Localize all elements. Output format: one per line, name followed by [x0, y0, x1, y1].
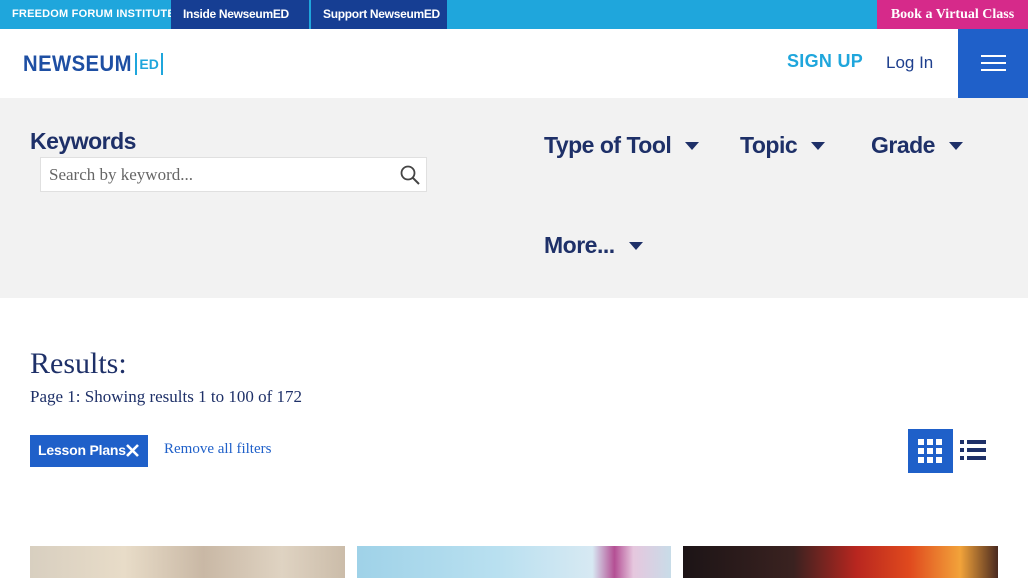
topic-label: Topic — [740, 132, 798, 158]
keyword-search-box — [40, 157, 427, 192]
log-in-link[interactable]: Log In — [886, 53, 933, 73]
active-filter-chip[interactable]: Lesson Plans — [30, 435, 148, 467]
result-card-image[interactable] — [30, 546, 345, 578]
more-label: More... — [544, 232, 615, 258]
logo-ed-mark: ED — [135, 53, 163, 75]
grade-dropdown[interactable]: Grade — [871, 132, 963, 159]
result-card-image[interactable] — [357, 546, 671, 578]
sign-up-link[interactable]: SIGN UP — [787, 51, 863, 72]
results-title: Results: — [30, 347, 127, 380]
logo-wordmark: NEWSEUM — [23, 51, 132, 76]
type-of-tool-label: Type of Tool — [544, 132, 672, 158]
remove-all-filters-link[interactable]: Remove all filters — [164, 441, 271, 458]
site-header: NEWSEUM ED SIGN UP Log In — [0, 29, 1028, 98]
newseumed-logo[interactable]: NEWSEUM ED — [23, 51, 163, 76]
caret-down-icon — [811, 141, 826, 150]
caret-down-icon — [628, 241, 643, 250]
more-filters-dropdown[interactable]: More... — [544, 232, 643, 259]
search-icon[interactable] — [399, 164, 421, 186]
keywords-label: Keywords — [30, 128, 136, 154]
close-icon[interactable] — [125, 443, 140, 458]
grade-label: Grade — [871, 132, 935, 158]
caret-down-icon — [685, 141, 700, 150]
caret-down-icon — [948, 141, 963, 150]
topic-dropdown[interactable]: Topic — [740, 132, 826, 159]
menu-button[interactable] — [958, 29, 1028, 98]
book-virtual-class-button[interactable]: Book a Virtual Class — [877, 0, 1028, 29]
institute-link[interactable]: FREEDOM FORUM INSTITUTE — [12, 0, 175, 29]
tab-inside-newseumed[interactable]: Inside NewseumED — [171, 0, 309, 29]
grid-view-button[interactable] — [908, 429, 953, 473]
list-view-icon[interactable] — [958, 434, 988, 466]
top-utility-bar: FREEDOM FORUM INSTITUTE Inside NewseumED… — [0, 0, 1028, 29]
hamburger-menu-icon — [981, 55, 1006, 57]
result-card-image[interactable] — [683, 546, 998, 578]
filter-panel: Keywords Type of Tool Topic Grade More..… — [0, 98, 1028, 298]
tab-support-newseumed[interactable]: Support NewseumED — [311, 0, 447, 29]
active-filter-label: Lesson Plans — [38, 442, 126, 458]
keyword-search-input[interactable] — [49, 158, 379, 191]
grid-view-icon — [918, 439, 942, 463]
type-of-tool-dropdown[interactable]: Type of Tool — [544, 132, 700, 159]
results-count: Page 1: Showing results 1 to 100 of 172 — [30, 387, 302, 406]
